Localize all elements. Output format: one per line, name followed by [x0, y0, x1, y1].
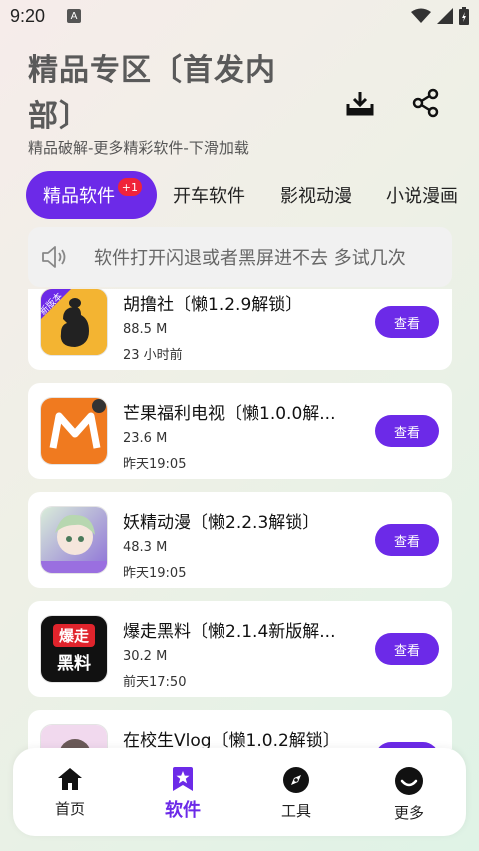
- status-icons: [411, 7, 469, 25]
- bottom-nav: 首页 软件 工具 更多: [13, 748, 466, 836]
- app-icon: [40, 506, 108, 574]
- app-name: 芒果福利电视〔懒1.0.0解...: [123, 404, 336, 424]
- app-card[interactable]: 芒果福利电视〔懒1.0.0解... 23.6 M 昨天19:05 查看: [28, 383, 452, 479]
- app-icon: [40, 724, 108, 749]
- app-icon: 新版本: [40, 289, 108, 356]
- app-name: 爆走黑料〔懒2.1.4新版解...: [123, 622, 336, 642]
- app-time: 前天17:50: [123, 675, 187, 690]
- app-card[interactable]: 爆走 黑料 爆走黑料〔懒2.1.4新版解... 30.2 M 前天17:50 查…: [28, 601, 452, 697]
- tab-label: 影视动漫: [280, 186, 352, 207]
- app-icon: 爆走 黑料: [40, 615, 108, 683]
- nav-label: 更多: [393, 804, 424, 822]
- tab-label: 精品软件: [43, 186, 115, 207]
- app-list[interactable]: 新版本 胡撸社〔懒1.2.9解锁〕 88.5 M 23 小时前 查看 芒果福利电…: [0, 289, 479, 749]
- category-tabs: 精品软件 +1 开车软件 影视动漫 小说漫画: [26, 171, 466, 219]
- nav-label: 软件: [165, 800, 201, 821]
- app-size: 23.6 M: [123, 431, 168, 446]
- app-size: 88.5 M: [123, 322, 168, 337]
- tab-label: 小说漫画: [386, 186, 458, 207]
- nav-home[interactable]: 首页: [30, 766, 110, 819]
- smile-icon: [395, 767, 423, 795]
- nav-label: 工具: [280, 802, 311, 820]
- home-icon: [58, 768, 82, 790]
- tab-kaiche[interactable]: 开车软件: [173, 171, 245, 219]
- view-button[interactable]: 查看: [375, 633, 439, 665]
- compass-icon: [283, 767, 309, 793]
- app-card[interactable]: 妖精动漫〔懒2.2.3解锁〕 48.3 M 昨天19:05 查看: [28, 492, 452, 588]
- wifi-icon: [411, 8, 431, 23]
- app-time: 昨天19:05: [123, 566, 187, 581]
- app-time: 23 小时前: [123, 348, 183, 363]
- notification-icon: A: [67, 9, 82, 23]
- signal-icon: [437, 8, 453, 24]
- app-size: 30.2 M: [123, 649, 168, 664]
- status-bar: 9:20 A: [0, 0, 479, 32]
- page-title-line1: 精品专区〔首发内: [28, 53, 276, 88]
- notice-banner: 软件打开闪退或者黑屏进不去 多试几次: [28, 227, 452, 287]
- app-name: 在校生Vlog〔懒1.0.2解锁〕: [123, 731, 340, 749]
- icon-text-bottom: 黑料: [57, 654, 91, 674]
- nav-label: 首页: [54, 800, 85, 818]
- app-card[interactable]: 在校生Vlog〔懒1.0.2解锁〕 查看: [28, 710, 452, 749]
- view-button[interactable]: 查看: [375, 306, 439, 338]
- tab-jingpin[interactable]: 精品软件 +1: [26, 171, 157, 219]
- download-icon[interactable]: [345, 88, 375, 118]
- page-header: 精品专区〔首发内 部〕: [28, 48, 298, 140]
- icon-text-top: 爆走: [52, 624, 95, 647]
- battery-icon: [459, 7, 469, 25]
- app-time: 昨天19:05: [123, 457, 187, 472]
- speaker-icon: [42, 246, 66, 268]
- nav-more[interactable]: 更多: [369, 766, 449, 823]
- share-icon[interactable]: [411, 88, 441, 118]
- tab-badge: +1: [117, 178, 142, 196]
- notice-text: 软件打开闪退或者黑屏进不去 多试几次: [94, 248, 406, 269]
- page-subtitle: 精品破解-更多精彩软件-下滑加载: [28, 139, 249, 157]
- nav-tools[interactable]: 工具: [256, 766, 336, 821]
- tab-yingshi[interactable]: 影视动漫: [280, 171, 352, 219]
- app-card[interactable]: 新版本 胡撸社〔懒1.2.9解锁〕 88.5 M 23 小时前 查看: [28, 289, 452, 370]
- view-button[interactable]: 查看: [375, 524, 439, 556]
- app-size: 48.3 M: [123, 540, 168, 555]
- star-bookmark-icon: [173, 767, 193, 791]
- app-icon: [40, 397, 108, 465]
- tab-label: 开车软件: [173, 186, 245, 207]
- nav-software[interactable]: 软件: [143, 766, 223, 822]
- status-time: 9:20: [10, 5, 46, 26]
- app-name: 胡撸社〔懒1.2.9解锁〕: [123, 295, 303, 315]
- view-button[interactable]: 查看: [375, 415, 439, 447]
- page-title-line2: 部〕: [28, 99, 90, 134]
- app-name: 妖精动漫〔懒2.2.3解锁〕: [123, 513, 320, 533]
- tab-xiaoshuo[interactable]: 小说漫画: [386, 171, 458, 219]
